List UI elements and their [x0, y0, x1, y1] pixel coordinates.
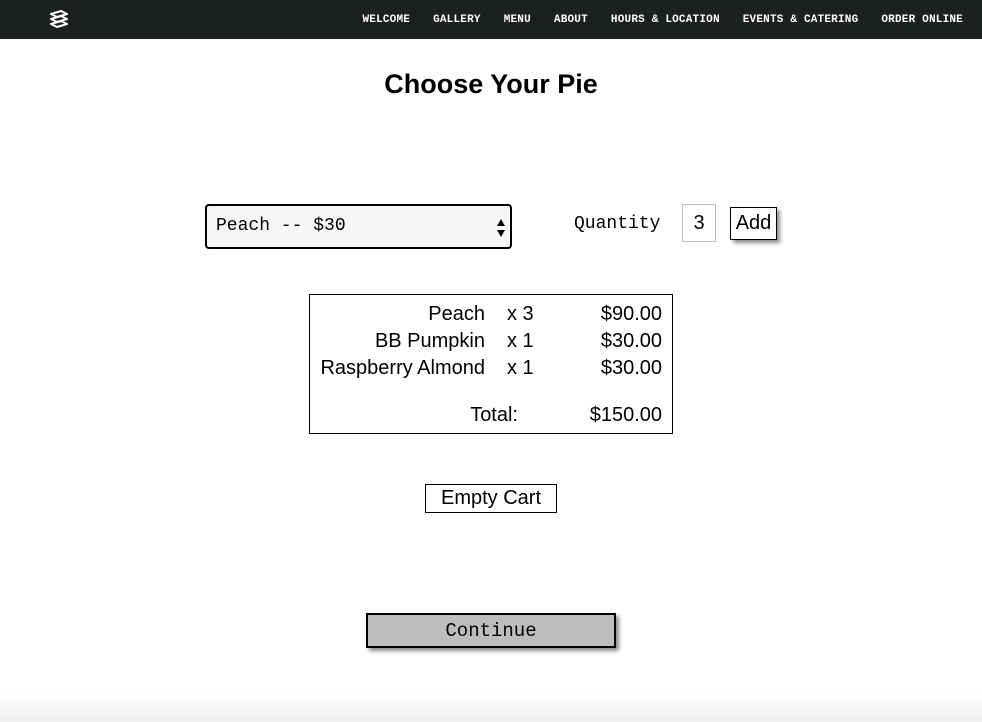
nav-link-menu[interactable]: MENU	[504, 14, 531, 26]
quantity-label: Quantity	[574, 214, 661, 234]
nav-link-order-online[interactable]: ORDER ONLINE	[881, 14, 963, 26]
continue-button[interactable]: Continue	[366, 613, 616, 648]
cart-item-price: $90.00	[600, 303, 662, 325]
cart-item-name: BB Pumpkin	[374, 330, 485, 352]
nav-link-gallery[interactable]: GALLERY	[433, 14, 481, 26]
empty-cart-button[interactable]: Empty Cart	[425, 484, 557, 513]
cart-row: Peach x 3 $90.00	[310, 303, 672, 329]
bottom-shadow	[0, 692, 982, 722]
nav-link-welcome[interactable]: WELCOME	[362, 14, 410, 26]
cart-item-name: Raspberry Almond	[320, 357, 485, 379]
cart-item-qty: x 3	[507, 303, 534, 325]
page-title: Choose Your Pie	[384, 69, 598, 99]
cart-item-name: Peach	[428, 303, 485, 325]
cart-row: Raspberry Almond x 1 $30.00	[310, 357, 672, 383]
cart-item-qty: x 1	[507, 330, 534, 352]
quantity-input[interactable]	[682, 204, 716, 242]
cart-summary: Peach x 3 $90.00 BB Pumpkin x 1 $30.00 R…	[309, 294, 673, 434]
nav-link-about[interactable]: ABOUT	[554, 14, 588, 26]
main-nav: WELCOME GALLERY MENU ABOUT HOURS & LOCAT…	[339, 0, 963, 39]
cart-item-price: $30.00	[600, 357, 662, 379]
pie-select-value: Peach -- $30	[216, 216, 346, 236]
pie-select[interactable]: Peach -- $30	[205, 204, 512, 249]
nav-link-hours-location[interactable]: HOURS & LOCATION	[611, 14, 720, 26]
cart-total-label: Total:	[470, 404, 518, 426]
select-updown-arrows-icon	[497, 219, 505, 237]
cart-item-qty: x 1	[507, 357, 534, 379]
top-navigation-bar: WELCOME GALLERY MENU ABOUT HOURS & LOCAT…	[0, 0, 982, 39]
cart-item-price: $30.00	[600, 330, 662, 352]
layered-pie-logo-icon[interactable]	[48, 10, 70, 32]
cart-row: BB Pumpkin x 1 $30.00	[310, 330, 672, 356]
cart-total-value: $150.00	[589, 404, 662, 426]
cart-total-row: Total: $150.00	[310, 404, 672, 430]
nav-link-events-catering[interactable]: EVENTS & CATERING	[743, 14, 859, 26]
add-button[interactable]: Add	[730, 207, 777, 240]
